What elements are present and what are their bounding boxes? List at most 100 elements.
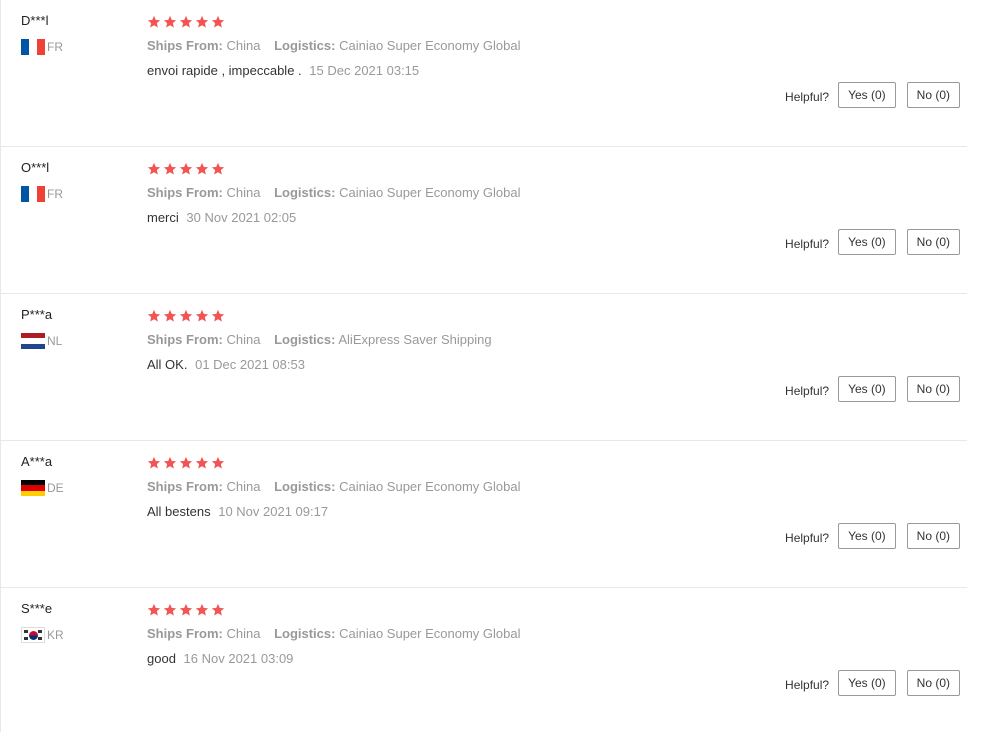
review-item: O***l FR Ships From: China Logistics: Ca…	[1, 147, 967, 294]
review-item: D***l FR Ships From: China Logistics: Ca…	[1, 0, 967, 147]
helpful-label: Helpful?	[785, 90, 830, 104]
review-content: Ships From: China Logistics: Cainiao Sup…	[147, 454, 847, 520]
review-item: P***a NL Ships From: China Logistics: Al…	[1, 294, 967, 441]
logistics-label: Logistics:	[274, 626, 336, 641]
star-icon	[163, 15, 177, 28]
review-meta: Ships From: China Logistics: Cainiao Sup…	[147, 185, 847, 201]
reviewer-info: S***e KR	[21, 601, 131, 643]
review-meta: Ships From: China Logistics: AliExpress …	[147, 332, 847, 348]
helpful-no-button[interactable]: No (0)	[906, 670, 960, 696]
logistics-label: Logistics:	[274, 185, 336, 200]
star-rating	[147, 160, 847, 178]
helpful-yes-button[interactable]: Yes (0)	[838, 229, 896, 255]
helpful-yes-button[interactable]: Yes (0)	[838, 82, 896, 108]
logistics-value: Cainiao Super Economy Global	[339, 38, 521, 53]
ships-from-label: Ships From:	[147, 479, 223, 494]
logistics-value: Cainiao Super Economy Global	[339, 626, 521, 641]
reviewer-name: D***l	[21, 13, 49, 28]
logistics-label: Logistics:	[274, 38, 336, 53]
review-text-line: good 16 Nov 2021 03:09	[147, 651, 847, 667]
helpful-actions: Helpful? Yes (0) No (0)	[785, 376, 960, 402]
star-icon	[211, 15, 225, 28]
helpful-actions: Helpful? Yes (0) No (0)	[785, 82, 960, 108]
helpful-yes-button[interactable]: Yes (0)	[838, 376, 896, 402]
review-content: Ships From: China Logistics: AliExpress …	[147, 307, 847, 373]
star-icon	[211, 309, 225, 322]
review-text: All bestens	[147, 504, 211, 519]
helpful-no-button[interactable]: No (0)	[906, 229, 960, 255]
country-code: DE	[47, 481, 64, 495]
reviewer-name: S***e	[21, 601, 53, 616]
review-text-line: envoi rapide , impeccable . 15 Dec 2021 …	[147, 63, 847, 79]
star-icon	[179, 162, 193, 175]
star-icon	[211, 603, 225, 616]
reviewer-country: NL	[21, 333, 131, 349]
star-icon	[179, 603, 193, 616]
review-date: 15 Dec 2021 03:15	[309, 63, 420, 78]
star-icon	[179, 309, 193, 322]
helpful-actions: Helpful? Yes (0) No (0)	[785, 523, 960, 549]
star-icon	[195, 603, 209, 616]
flag-fr-icon	[21, 39, 45, 55]
ships-from-value: China	[226, 479, 261, 494]
helpful-yes-button[interactable]: Yes (0)	[838, 670, 896, 696]
star-icon	[163, 309, 177, 322]
ships-from-value: China	[226, 185, 261, 200]
helpful-actions: Helpful? Yes (0) No (0)	[785, 229, 960, 255]
review-text: envoi rapide , impeccable .	[147, 63, 302, 78]
ships-from-label: Ships From:	[147, 185, 223, 200]
star-icon	[147, 162, 161, 175]
review-text: good	[147, 651, 176, 666]
star-rating	[147, 307, 847, 325]
review-item: A***a DE Ships From: China Logistics: Ca…	[1, 441, 967, 588]
flag-fr-icon	[21, 186, 45, 202]
ships-from-value: China	[226, 38, 261, 53]
star-icon	[211, 456, 225, 469]
country-code: KR	[47, 628, 64, 642]
reviewer-info: O***l FR	[21, 160, 131, 202]
reviewer-country: KR	[21, 627, 131, 643]
ships-from-label: Ships From:	[147, 332, 223, 347]
helpful-yes-button[interactable]: Yes (0)	[838, 523, 896, 549]
star-icon	[163, 603, 177, 616]
star-icon	[211, 162, 225, 175]
reviewer-info: P***a NL	[21, 307, 131, 349]
country-code: NL	[47, 334, 63, 348]
flag-nl-icon	[21, 333, 45, 349]
star-icon	[163, 456, 177, 469]
star-icon	[195, 162, 209, 175]
review-content: Ships From: China Logistics: Cainiao Sup…	[147, 13, 847, 79]
review-content: Ships From: China Logistics: Cainiao Sup…	[147, 601, 847, 667]
star-rating	[147, 601, 847, 619]
star-icon	[179, 15, 193, 28]
star-rating	[147, 454, 847, 472]
helpful-no-button[interactable]: No (0)	[906, 523, 960, 549]
review-item: S***e KR Ships From: China Logistics: Ca…	[1, 588, 967, 732]
helpful-label: Helpful?	[785, 531, 830, 545]
reviewer-name: P***a	[21, 307, 53, 322]
helpful-no-button[interactable]: No (0)	[906, 376, 960, 402]
review-text-line: merci 30 Nov 2021 02:05	[147, 210, 847, 226]
review-date: 01 Dec 2021 08:53	[195, 357, 305, 372]
review-list: D***l FR Ships From: China Logistics: Ca…	[0, 0, 984, 732]
star-icon	[195, 15, 209, 28]
review-date: 16 Nov 2021 03:09	[183, 651, 294, 666]
logistics-value: Cainiao Super Economy Global	[339, 479, 521, 494]
ships-from-label: Ships From:	[147, 38, 223, 53]
review-content: Ships From: China Logistics: Cainiao Sup…	[147, 160, 847, 226]
logistics-value: AliExpress Saver Shipping	[338, 332, 492, 347]
review-meta: Ships From: China Logistics: Cainiao Sup…	[147, 479, 847, 495]
logistics-label: Logistics:	[274, 332, 336, 347]
reviewer-name: A***a	[21, 454, 53, 469]
reviewer-country: FR	[21, 39, 131, 55]
star-icon	[179, 456, 193, 469]
star-icon	[147, 456, 161, 469]
star-icon	[163, 162, 177, 175]
country-code: FR	[47, 40, 63, 54]
star-icon	[195, 456, 209, 469]
reviewer-name: O***l	[21, 160, 50, 175]
helpful-no-button[interactable]: No (0)	[906, 82, 960, 108]
star-icon	[147, 309, 161, 322]
review-text-line: All OK. 01 Dec 2021 08:53	[147, 357, 847, 373]
review-text: All OK.	[147, 357, 188, 372]
